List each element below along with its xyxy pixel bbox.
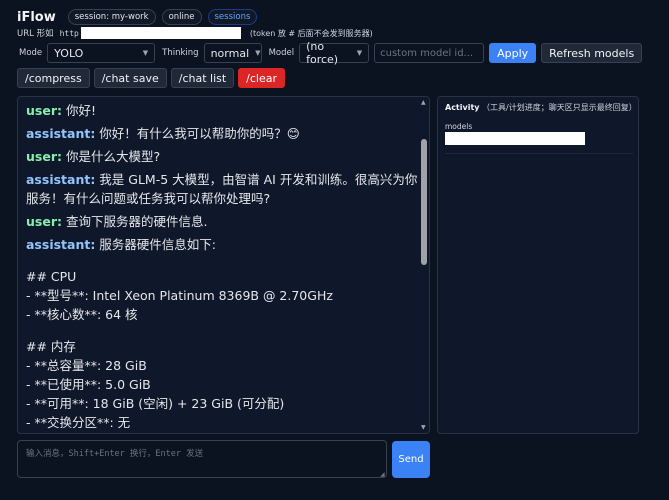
sessions-link[interactable]: sessions	[207, 9, 258, 25]
chevron-down-icon: ▼	[142, 49, 149, 57]
url-note: (token 放 # 后面不会发到服务器)	[249, 28, 373, 38]
activity-subtitle: （工具/计划进度；聊天区只显示最终回复）	[482, 103, 637, 112]
resize-handle-icon[interactable]: ◢	[380, 471, 385, 478]
message-role: user:	[26, 103, 62, 118]
mode-label: Mode	[19, 48, 43, 58]
activity-title: Activity	[445, 103, 480, 112]
chat-save-button[interactable]: /chat save	[93, 68, 167, 88]
message-role: user:	[26, 149, 62, 164]
message-line: ## 内存	[26, 339, 76, 354]
status-badge: online	[161, 9, 202, 25]
command-bar: /compress /chat save /chat list /clear	[17, 68, 286, 88]
url-hint-row: URL 形如 http (token 放 # 后面不会发到服务器)	[17, 27, 373, 39]
chat-message: assistant: 你好！有什么我可以帮助你的吗？😊	[26, 124, 422, 143]
scroll-down-icon[interactable]: ▼	[421, 424, 426, 431]
apply-button[interactable]: Apply	[489, 43, 537, 63]
message-text: 你好!	[61, 103, 96, 118]
message-role: assistant:	[26, 172, 96, 187]
model-label: Model	[268, 48, 295, 58]
activity-item: models	[445, 122, 633, 145]
chat-scrollbar[interactable]: ▲ ▼	[421, 99, 427, 431]
chat-log: user: 你好! assistant: 你好！有什么我可以帮助你的吗？😊 us…	[26, 101, 422, 432]
message-line: - **核心数**: 64 核	[26, 307, 138, 322]
header: iFlow session: my-work online sessions	[17, 8, 258, 26]
chat-panel[interactable]: user: 你好! assistant: 你好！有什么我可以帮助你的吗？😊 us…	[17, 96, 430, 434]
chat-message: assistant: 我是 GLM-5 大模型，由智谱 AI 开发和训练。很高兴…	[26, 170, 422, 208]
message-line: - **可用**: 18 GiB (空闲) + 23 GiB (可分配)	[26, 396, 285, 411]
message-line: - **型号**: Intel Xeon Platinum 8369B @ 2.…	[26, 288, 333, 303]
thinking-select-value: normal	[210, 46, 250, 60]
clear-button[interactable]: /clear	[238, 68, 286, 88]
chevron-down-icon: ▼	[356, 49, 363, 57]
chat-list-button[interactable]: /chat list	[170, 68, 235, 88]
chat-message: user: 你是什么大模型?	[26, 147, 422, 166]
mode-select-value: YOLO	[54, 46, 84, 60]
compress-button[interactable]: /compress	[17, 68, 90, 88]
session-pill: session: my-work	[67, 9, 156, 25]
model-select-value: (no force)	[306, 40, 339, 66]
model-select[interactable]: (no force) ▼	[299, 40, 370, 66]
activity-item-label: models	[445, 122, 473, 131]
divider	[445, 153, 633, 154]
activity-header: Activity （工具/计划进度；聊天区只显示最终回复）	[445, 102, 637, 113]
send-button[interactable]: Send	[392, 441, 430, 478]
thinking-select[interactable]: normal ▼	[203, 43, 262, 63]
activity-redacted-block	[445, 132, 585, 145]
message-line: ## CPU	[26, 269, 77, 284]
controls-bar: Mode YOLO ▼ Thinking normal ▼ Model (no …	[17, 40, 643, 66]
message-line: - **总容量**: 28 GiB	[26, 358, 147, 373]
activity-panel: Activity （工具/计划进度；聊天区只显示最终回复） models	[437, 96, 639, 434]
scrollbar-thumb[interactable]	[421, 139, 427, 265]
message-text: 服务器硬件信息如下:	[95, 237, 217, 252]
message-text: 你好！有什么我可以帮助你的吗？😊	[95, 126, 300, 141]
message-input[interactable]	[17, 440, 387, 478]
chat-message: user: 你好!	[26, 101, 422, 120]
chat-message: user: 查询下服务器的硬件信息.	[26, 212, 422, 231]
custom-model-input[interactable]	[374, 43, 485, 63]
message-role: assistant:	[26, 237, 96, 252]
chevron-down-icon: ▼	[255, 49, 261, 57]
scroll-up-icon[interactable]: ▲	[421, 99, 426, 106]
url-prefix: http	[59, 28, 79, 38]
thinking-label: Thinking	[162, 48, 199, 58]
message-line: - **交换分区**: 无	[26, 415, 131, 430]
message-text: 你是什么大模型?	[61, 149, 161, 164]
url-label: URL 形如	[17, 29, 54, 39]
message-role: user:	[26, 214, 62, 229]
message-role: assistant:	[26, 126, 96, 141]
message-text: 查询下服务器的硬件信息.	[61, 214, 208, 229]
chat-message: assistant: 服务器硬件信息如下:	[26, 235, 422, 254]
message-line	[26, 324, 422, 337]
app-title: iFlow	[17, 9, 56, 25]
mode-select[interactable]: YOLO ▼	[47, 43, 156, 63]
url-redacted-block	[80, 27, 241, 39]
message-line: - **已使用**: 5.0 GiB	[26, 377, 151, 392]
refresh-models-button[interactable]: Refresh models	[541, 43, 643, 63]
message-line	[26, 254, 422, 267]
